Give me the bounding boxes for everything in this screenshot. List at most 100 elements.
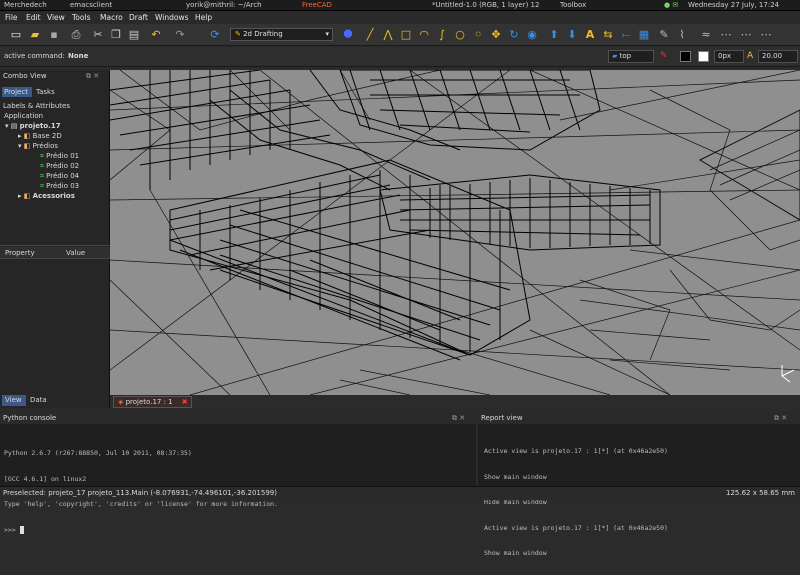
task-label: FreeCAD [302, 1, 332, 9]
report-line: Active view is projeto.17 : 1[*] (at 0x4… [484, 447, 668, 455]
line-color-swatch[interactable] [680, 51, 691, 62]
console-title: Python console [3, 414, 57, 422]
float-panel-icon[interactable]: ⧉ ✕ [774, 414, 787, 423]
redo-icon[interactable]: ↷ [172, 27, 188, 43]
polygon-icon[interactable]: ⬡ [470, 27, 486, 43]
rectangle-icon[interactable]: □ [398, 27, 414, 43]
upgrade-icon[interactable]: ⬆ [546, 27, 562, 43]
menu-draft[interactable]: Draft [129, 13, 148, 22]
menu-edit[interactable]: Edit [26, 13, 41, 22]
close-icon[interactable]: ✖ [182, 397, 188, 408]
workbench-select[interactable]: ✎ 2d Drafting ▾ [230, 28, 333, 41]
console-line: Python 2.6.7 (r267:88850, Jul 10 2011, 0… [4, 449, 192, 457]
group-folder-icon: ◧ [23, 132, 33, 140]
cut-icon[interactable]: ✂ [90, 27, 106, 43]
report-line: Show main window [484, 549, 547, 557]
wire-icon[interactable]: ⋀ [380, 27, 396, 43]
tree-item-predio-04[interactable]: ⌗ Prédio 04 [40, 171, 79, 181]
task-emacsclient[interactable]: emacsclient [70, 1, 112, 10]
float-panel-icon[interactable]: ⧉ ✕ [86, 72, 99, 81]
tab-data[interactable]: Data [30, 395, 47, 406]
combo-view-panel: Combo View ⧉ ✕ Project Tasks Labels & At… [0, 70, 110, 408]
task-terminal[interactable]: yorik@mithril: ~/Arch [186, 1, 262, 10]
task-gimp[interactable]: *Untitled-1.0 (RGB, 1 layer) 12 [432, 1, 539, 10]
working-plane-button[interactable]: ▰ top [608, 50, 654, 63]
menu-tools[interactable]: Tools [72, 13, 90, 22]
undo-icon[interactable]: ↶ [148, 27, 164, 43]
section-title: Labels & Attributes [3, 102, 70, 110]
downgrade-icon[interactable]: ⬇ [564, 27, 580, 43]
circle-icon[interactable]: ○ [452, 27, 468, 43]
edit-icon[interactable]: ✎ [656, 27, 672, 43]
face-color-swatch[interactable] [698, 51, 709, 62]
move-icon[interactable]: ✥ [488, 27, 504, 43]
system-taskbar: Merchedech emacsclient yorik@mithril: ~/… [0, 0, 800, 11]
text-icon[interactable]: A [582, 27, 598, 43]
3d-viewport[interactable] [110, 70, 800, 395]
print-icon[interactable]: ⎙ [68, 27, 84, 43]
task-label: emacsclient [70, 1, 113, 9]
trim-icon[interactable]: ⤚ [618, 27, 634, 43]
group-folder-icon: ◧ [23, 142, 33, 150]
menu-help[interactable]: Help [195, 13, 212, 22]
python-console-panel: Python console ⧉ ✕ Python 2.6.7 (r267:88… [0, 412, 476, 534]
draft-snap-icon[interactable]: ⯃ [340, 27, 356, 43]
tab-view[interactable]: View [2, 395, 26, 406]
report-output[interactable]: Active view is projeto.17 : 1[*] (at 0x4… [484, 430, 668, 575]
tree-item-predios[interactable]: ▾ ◧ Prédios [18, 141, 58, 151]
tree-item-label: Base 2D [32, 132, 62, 140]
clock[interactable]: Wednesday 27 July, 17:24 [688, 1, 779, 10]
task-label: Merchedech [4, 1, 47, 9]
menu-windows[interactable]: Windows [155, 13, 188, 22]
task-freecad[interactable]: FreeCAD [302, 1, 332, 10]
offset-icon[interactable]: ◉ [524, 27, 540, 43]
tree-item-label: Prédios [32, 142, 59, 150]
linewidth-field[interactable]: 0px [714, 50, 744, 63]
tab-tasks[interactable]: Tasks [36, 87, 55, 97]
refresh-icon[interactable]: ⟳ [207, 27, 223, 43]
tree-item-base2d[interactable]: ▸ ◧ Base 2D [18, 131, 62, 141]
tab-project[interactable]: Project [2, 87, 32, 97]
group-folder-icon: ◧ [23, 192, 33, 200]
menu-file[interactable]: File [5, 13, 18, 22]
tab-document[interactable]: ◈ projeto.17 : 1 ✖ [113, 396, 192, 408]
tree-item-document[interactable]: ▾ ▤ projeto.17 [5, 121, 61, 131]
tree-item-label: Prédio 02 [46, 162, 80, 170]
open-folder-icon[interactable]: ▰ [27, 27, 43, 43]
panel-divider[interactable] [0, 245, 110, 246]
line-color-icon[interactable]: ✎ [660, 51, 671, 62]
property-column-header[interactable]: Property [5, 249, 35, 257]
shape2dview-icon[interactable]: ≈ [698, 27, 714, 43]
drawing-icon[interactable]: ⋯ [758, 27, 774, 43]
value-column-header[interactable]: Value [66, 249, 85, 257]
array-icon[interactable]: ⋯ [718, 27, 734, 43]
property-header: Property Value [0, 247, 110, 259]
rotate-icon[interactable]: ↻ [506, 27, 522, 43]
menu-view[interactable]: View [47, 13, 65, 22]
report-view-panel: Report view ⧉ ✕ Active view is projeto.1… [478, 412, 800, 557]
wire-to-bspline-icon[interactable]: ⌇ [674, 27, 690, 43]
task-label: Toolbox [560, 1, 587, 9]
paste-icon[interactable]: ▤ [126, 27, 142, 43]
console-prompt-line[interactable]: >>> [4, 525, 278, 535]
scale-icon[interactable]: ▦ [636, 27, 652, 43]
menu-macro[interactable]: Macro [100, 13, 123, 22]
dimension-icon[interactable]: ⇆ [600, 27, 616, 43]
clone-icon[interactable]: ⋯ [738, 27, 754, 43]
tree-item-predio-01[interactable]: ⌗ Prédio 01 [40, 151, 79, 161]
save-icon[interactable]: ▪ [46, 27, 62, 43]
tree-item-predio-02[interactable]: ⌗ Prédio 02 [40, 161, 79, 171]
fontsize-field[interactable]: 20.00 [758, 50, 798, 63]
workbench-label: 2d Drafting [243, 30, 283, 38]
arc-icon[interactable]: ◠ [416, 27, 432, 43]
tree-item-predio-03[interactable]: ⌗ Prédio 03 [40, 181, 79, 191]
task-merchedech[interactable]: Merchedech [4, 1, 47, 10]
line-icon[interactable]: ╱ [362, 27, 378, 43]
new-document-icon[interactable]: ▭ [8, 27, 24, 43]
bspline-icon[interactable]: ∫ [434, 27, 450, 43]
task-toolbox[interactable]: Toolbox [560, 1, 586, 10]
tree-item-acessorios[interactable]: ▸ ◧ Acessorios [18, 191, 75, 201]
tray-icons[interactable]: ● ✉ [664, 1, 678, 10]
copy-icon[interactable]: ❐ [108, 27, 124, 43]
float-panel-icon[interactable]: ⧉ ✕ [452, 414, 465, 423]
